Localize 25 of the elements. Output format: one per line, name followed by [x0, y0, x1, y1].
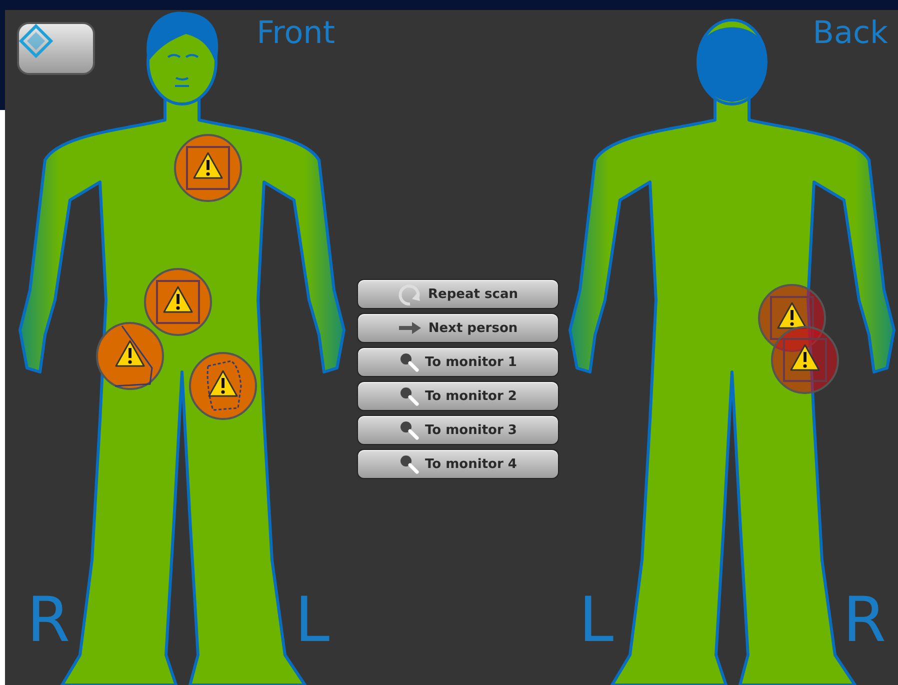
alert-marker[interactable]: [174, 134, 242, 202]
action-button[interactable]: Next person: [357, 313, 559, 343]
refresh-icon: [398, 282, 422, 306]
alert-marker[interactable]: [771, 326, 839, 394]
view-title: Front: [256, 14, 335, 53]
action-button[interactable]: To monitor 4: [357, 449, 559, 479]
alert-marker[interactable]: [96, 322, 164, 390]
action-button[interactable]: To monitor 3: [357, 415, 559, 445]
alert-marker[interactable]: [144, 268, 212, 336]
side-label: R: [27, 585, 70, 655]
search-icon: [399, 352, 420, 372]
side-label: L: [295, 585, 330, 655]
side-label: R: [843, 585, 886, 655]
search-icon: [399, 420, 420, 440]
action-button[interactable]: To monitor 2: [357, 381, 559, 411]
alert-marker[interactable]: [189, 352, 257, 420]
search-icon: [399, 386, 420, 406]
side-label: L: [579, 585, 614, 655]
diamond-logo-icon: [19, 24, 53, 58]
view-title: Back: [812, 14, 888, 53]
action-button[interactable]: Repeat scan: [357, 279, 559, 309]
arrow-right-icon: [398, 321, 422, 335]
logo-button[interactable]: [17, 22, 95, 75]
search-icon: [399, 454, 420, 474]
action-button[interactable]: To monitor 1: [357, 347, 559, 377]
